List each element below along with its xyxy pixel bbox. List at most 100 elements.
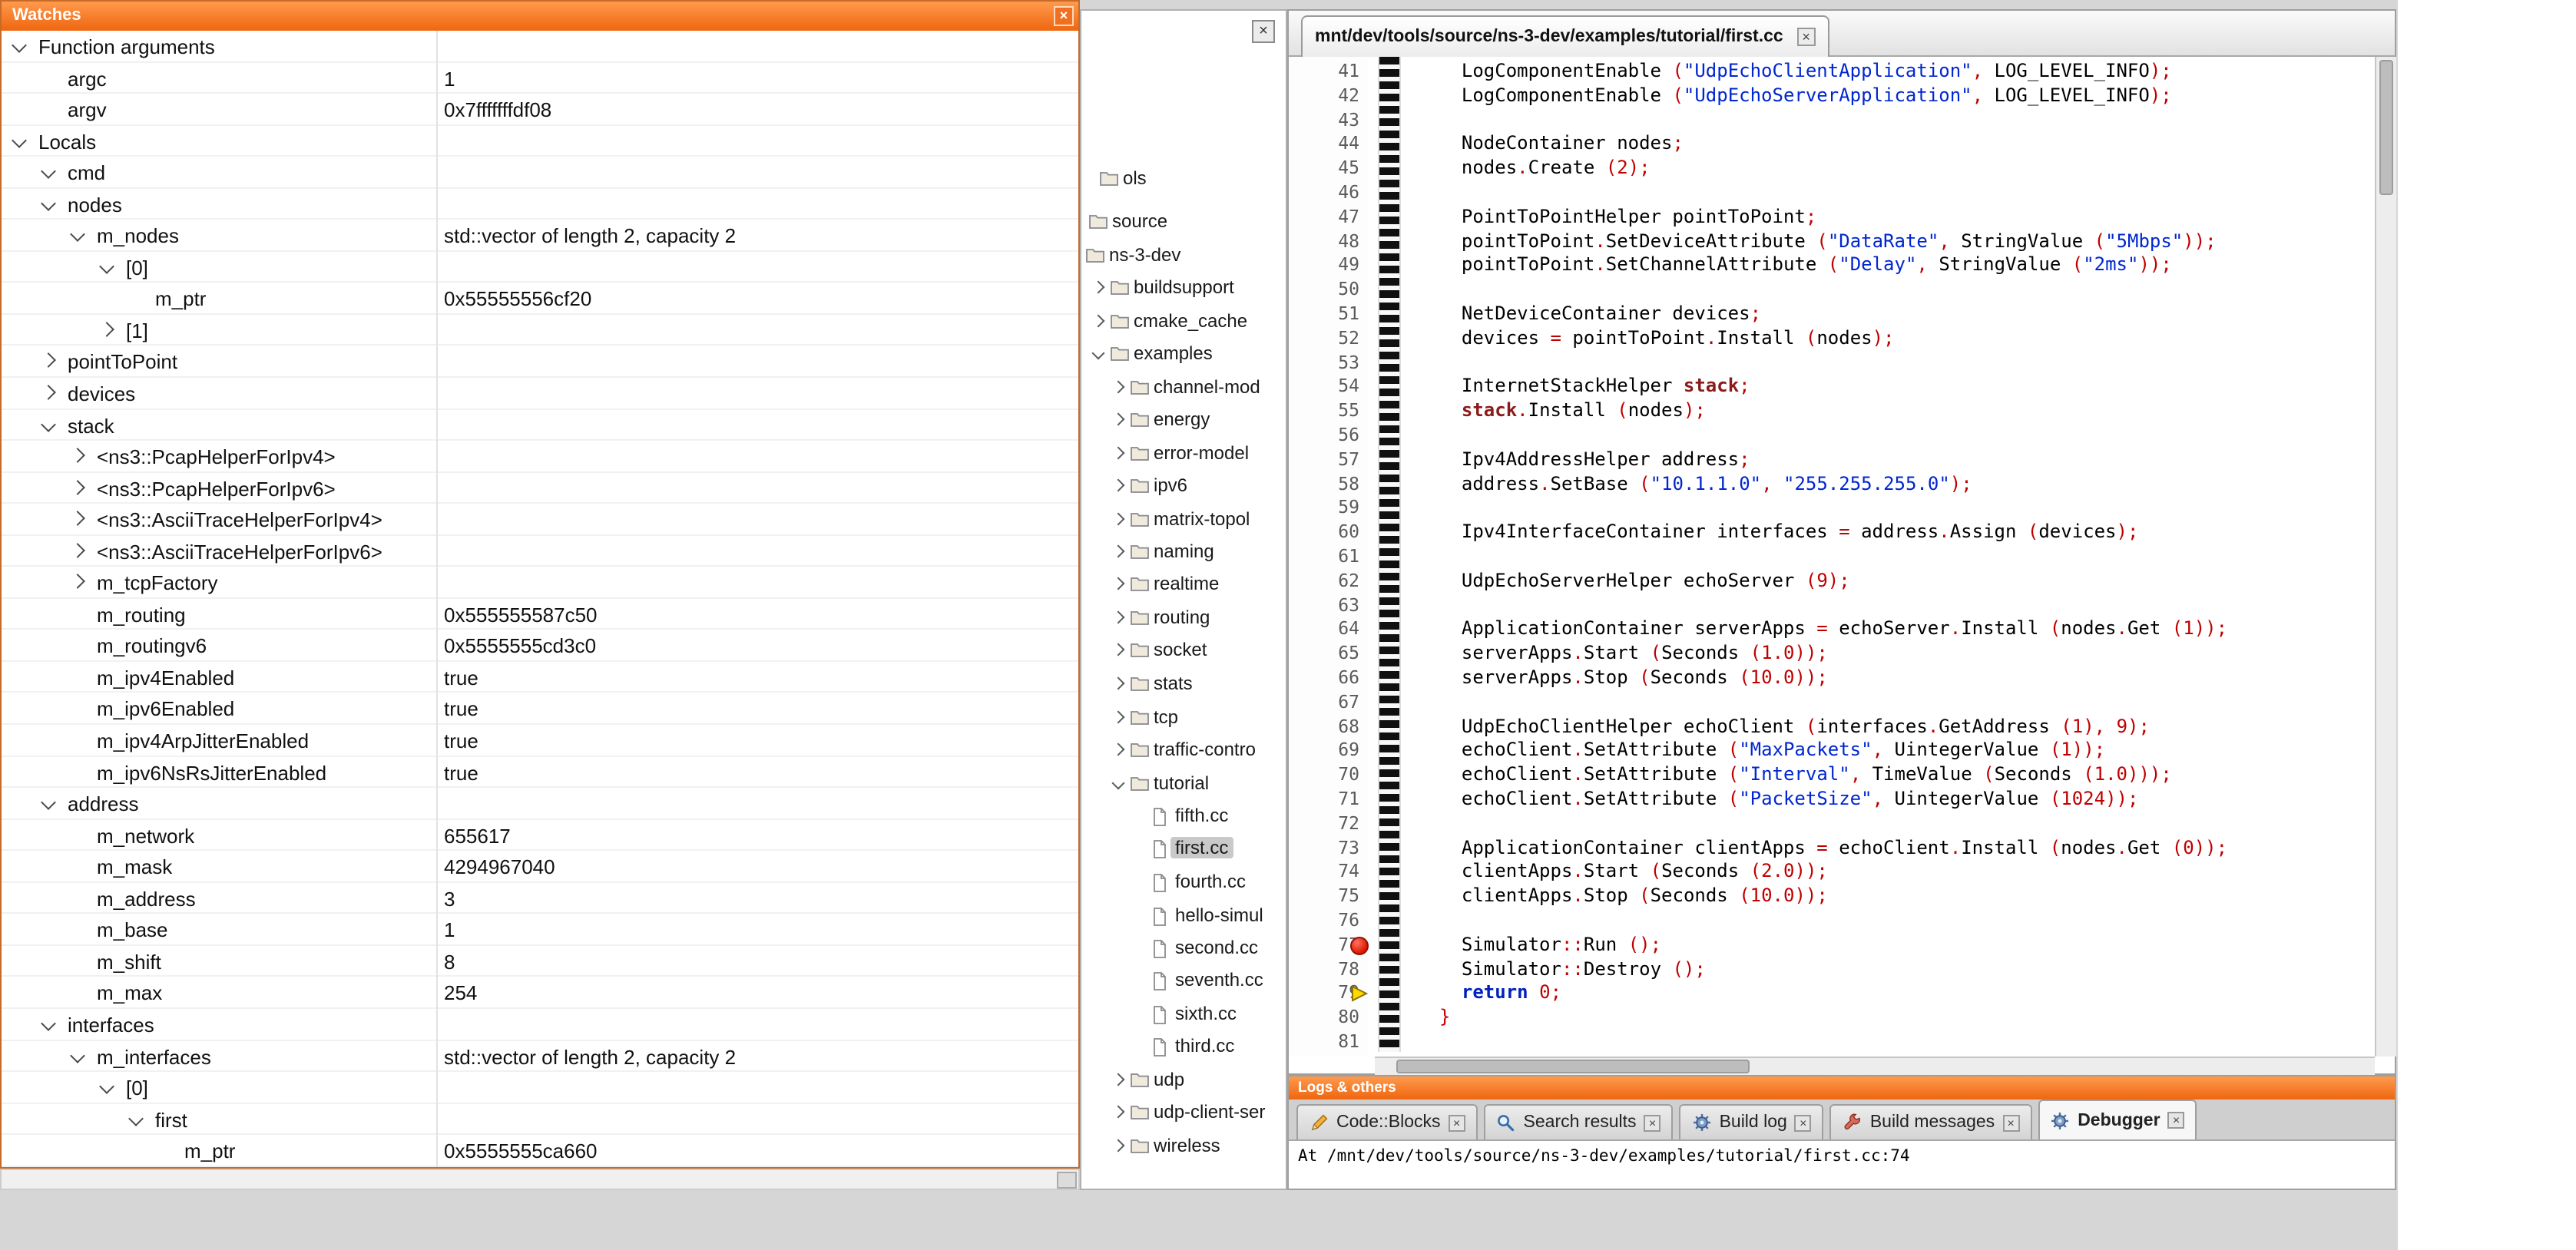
code-line[interactable]: stack.Install (nodes);: [1439, 399, 1706, 424]
tree-item-examples[interactable]: examples: [1081, 341, 1286, 367]
watch-row[interactable]: <ns3::AsciiTraceHelperForIpv6>: [2, 536, 1078, 567]
code-line[interactable]: LogComponentEnable ("UdpEchoClientApplic…: [1439, 60, 2172, 84]
tree-item-matrix-topol[interactable]: matrix-topol: [1081, 507, 1286, 533]
watches-horizontal-scrollbar[interactable]: [0, 1169, 1080, 1190]
expander-icon[interactable]: [70, 479, 85, 494]
tree-item-wireless[interactable]: wireless: [1081, 1133, 1286, 1159]
tree-item-tutorial[interactable]: tutorial: [1081, 771, 1286, 797]
code-line[interactable]: InternetStackHelper stack;: [1439, 375, 1750, 400]
code-line[interactable]: echoClient.SetAttribute ("Interval", Tim…: [1439, 763, 2172, 788]
tree-item-realtime[interactable]: realtime: [1081, 571, 1286, 597]
watch-row[interactable]: [1]: [2, 315, 1078, 346]
expander-icon[interactable]: [1112, 643, 1125, 656]
watch-row[interactable]: <ns3::PcapHelperForIpv6>: [2, 472, 1078, 504]
watch-row[interactable]: [0]: [2, 1072, 1078, 1103]
watch-row[interactable]: m_address3: [2, 883, 1078, 914]
watch-row[interactable]: m_shift8: [2, 946, 1078, 977]
code-line[interactable]: pointToPoint.SetDeviceAttribute ("DataRa…: [1439, 230, 2217, 254]
expander-icon[interactable]: [99, 322, 114, 337]
expander-icon[interactable]: [1112, 479, 1125, 492]
close-icon[interactable]: ×: [1797, 28, 1816, 46]
expander-icon[interactable]: [41, 416, 56, 432]
watch-row[interactable]: nodes: [2, 188, 1078, 220]
watch-row[interactable]: m_routingv60x5555555cd3c0: [2, 630, 1078, 662]
watch-row[interactable]: [0]: [2, 252, 1078, 283]
tab-build-messages[interactable]: Build messages×: [1830, 1104, 2031, 1139]
watch-row[interactable]: m_mask4294967040: [2, 851, 1078, 882]
scrollbar-thumb[interactable]: [1396, 1060, 1750, 1073]
tree-item-udp[interactable]: udp: [1081, 1067, 1286, 1093]
watch-row[interactable]: <ns3::AsciiTraceHelperForIpv4>: [2, 504, 1078, 535]
close-icon[interactable]: ×: [1449, 1114, 1465, 1131]
expander-icon[interactable]: [1092, 347, 1105, 360]
tree-item-first-cc[interactable]: first.cc: [1081, 835, 1286, 861]
code-line[interactable]: Ipv4AddressHelper address;: [1439, 448, 1750, 473]
expander-icon[interactable]: [41, 795, 56, 810]
tree-item-ns-3-dev[interactable]: ns-3-dev: [1081, 243, 1286, 269]
tree-item-hello-simul[interactable]: hello-simul: [1081, 903, 1286, 929]
expander-icon[interactable]: [41, 164, 56, 179]
watch-row[interactable]: m_routing0x555555587c50: [2, 599, 1078, 630]
expander-icon[interactable]: [41, 353, 56, 369]
close-icon[interactable]: ×: [1795, 1114, 1812, 1131]
code-line[interactable]: PointToPointHelper pointToPoint;: [1439, 206, 1816, 230]
tree-item-channel-mod[interactable]: channel-mod: [1081, 375, 1286, 401]
expander-icon[interactable]: [1112, 577, 1125, 590]
tree-item-sixth-cc[interactable]: sixth.cc: [1081, 1001, 1286, 1027]
tree-item-third-cc[interactable]: third.cc: [1081, 1033, 1286, 1060]
tree-item-stats[interactable]: stats: [1081, 671, 1286, 697]
expander-icon[interactable]: [70, 1047, 85, 1063]
close-icon[interactable]: ×: [1054, 6, 1074, 26]
watch-row[interactable]: pointToPoint: [2, 346, 1078, 378]
expander-icon[interactable]: [128, 1110, 144, 1126]
tree-item-second-cc[interactable]: second.cc: [1081, 935, 1286, 961]
code-line[interactable]: ApplicationContainer serverApps = echoSe…: [1439, 618, 2227, 643]
expander-icon[interactable]: [1112, 413, 1125, 426]
tree-item-udp-client-ser[interactable]: udp-client-ser: [1081, 1100, 1286, 1126]
breakpoint-icon[interactable]: [1350, 937, 1369, 955]
watch-row[interactable]: m_max254: [2, 977, 1078, 1009]
close-icon[interactable]: ×: [1252, 20, 1275, 43]
expander-icon[interactable]: [1112, 1139, 1125, 1152]
code-line[interactable]: LogComponentEnable ("UdpEchoServerApplic…: [1439, 84, 2172, 109]
expander-icon[interactable]: [1112, 743, 1125, 756]
code-line[interactable]: echoClient.SetAttribute ("MaxPackets", U…: [1439, 739, 2105, 764]
close-icon[interactable]: ×: [1644, 1114, 1661, 1131]
tree-item-traffic-contro[interactable]: traffic-contro: [1081, 737, 1286, 763]
code-line[interactable]: return 0;: [1439, 982, 1561, 1007]
expander-icon[interactable]: [1112, 513, 1125, 526]
code-line[interactable]: NodeContainer nodes;: [1439, 133, 1684, 157]
close-icon[interactable]: ×: [2168, 1112, 2185, 1129]
column-divider[interactable]: [436, 31, 438, 1167]
expander-icon[interactable]: [1112, 447, 1125, 460]
editor-tab[interactable]: mnt/dev/tools/source/ns-3-dev/examples/t…: [1301, 15, 1829, 57]
tree-item-tcp[interactable]: tcp: [1081, 705, 1286, 731]
code-line[interactable]: ApplicationContainer clientApps = echoCl…: [1439, 836, 2227, 861]
expander-icon[interactable]: [70, 227, 85, 243]
watch-row[interactable]: m_ipv4Enabledtrue: [2, 662, 1078, 693]
tab-code-blocks[interactable]: Code::Blocks×: [1296, 1104, 1478, 1139]
expander-icon[interactable]: [70, 511, 85, 527]
watches-titlebar[interactable]: Watches ×: [2, 2, 1078, 31]
expander-icon[interactable]: [41, 196, 56, 211]
code-line[interactable]: NetDeviceContainer devices;: [1439, 303, 1761, 327]
tab-build-log[interactable]: Build log×: [1680, 1104, 1824, 1139]
expander-icon[interactable]: [1112, 545, 1125, 558]
tree-item-buildsupport[interactable]: buildsupport: [1081, 275, 1286, 301]
watch-row[interactable]: m_ipv6NsRsJitterEnabledtrue: [2, 756, 1078, 788]
tree-item-fourth-cc[interactable]: fourth.cc: [1081, 869, 1286, 895]
expander-icon[interactable]: [70, 543, 85, 558]
code-line[interactable]: UdpEchoClientHelper echoClient (interfac…: [1439, 715, 2150, 739]
code-line[interactable]: nodes.Create (2);: [1439, 157, 1651, 181]
watch-row[interactable]: m_network655617: [2, 819, 1078, 851]
editor-horizontal-scrollbar[interactable]: [1375, 1057, 2375, 1075]
expander-icon[interactable]: [1112, 381, 1125, 394]
expander-icon[interactable]: [70, 448, 85, 463]
watch-row[interactable]: m_ptr0x5555555ca660: [2, 1135, 1078, 1166]
watch-row[interactable]: m_ipv4ArpJitterEnabledtrue: [2, 725, 1078, 756]
watch-row[interactable]: address: [2, 788, 1078, 819]
tree-item-ols[interactable]: ols: [1081, 166, 1286, 192]
expander-icon[interactable]: [1112, 611, 1125, 624]
code-area[interactable]: 4142434445464748495051525354555657585960…: [1289, 57, 2375, 1057]
code-line[interactable]: Simulator::Run ();: [1439, 934, 1661, 958]
